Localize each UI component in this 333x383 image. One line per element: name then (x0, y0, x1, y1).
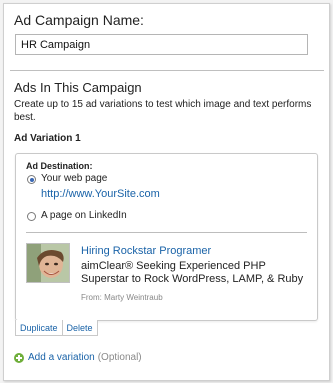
ads-section-title: Ads In This Campaign (14, 80, 142, 95)
radio-unchecked-icon[interactable] (27, 212, 36, 221)
duplicate-button[interactable]: Duplicate (16, 320, 62, 335)
campaign-form: Ad Campaign Name: Ads In This Campaign C… (3, 3, 330, 381)
delete-button[interactable]: Delete (61, 320, 97, 335)
plus-circle-icon[interactable] (14, 352, 24, 363)
ad-variation-title: Ad Variation 1 (14, 133, 81, 144)
card-divider (26, 232, 307, 233)
radio-checked-icon[interactable] (27, 175, 36, 184)
campaign-name-input[interactable] (15, 34, 308, 55)
ad-destination-label: Ad Destination: (26, 161, 93, 171)
option-web-page-url[interactable]: http://www.YourSite.com (41, 188, 160, 200)
option-linkedin-label[interactable]: A page on LinkedIn (41, 210, 127, 221)
ad-preview-headline[interactable]: Hiring Rockstar Programer (81, 245, 211, 257)
campaign-name-label: Ad Campaign Name: (14, 12, 144, 28)
add-variation-link[interactable]: Add a variation (28, 352, 95, 363)
option-web-page-label[interactable]: Your web page (41, 173, 107, 184)
ad-preview-body: aimClear® Seeking Experienced PHP Supers… (81, 260, 304, 285)
ads-section-description: Create up to 15 ad variations to test wh… (14, 99, 312, 123)
add-variation-row[interactable]: Add a variation (Optional) (14, 352, 142, 363)
variation-actions: Duplicate Delete (15, 320, 98, 336)
add-variation-optional: (Optional) (97, 352, 142, 363)
profile-photo-graphic (27, 244, 69, 282)
profile-photo (26, 243, 70, 283)
ad-variation-card: Ad Destination: Your web page http://www… (15, 153, 318, 321)
ad-preview-from: From: Marty Weintraub (81, 293, 163, 302)
section-divider (10, 70, 324, 71)
